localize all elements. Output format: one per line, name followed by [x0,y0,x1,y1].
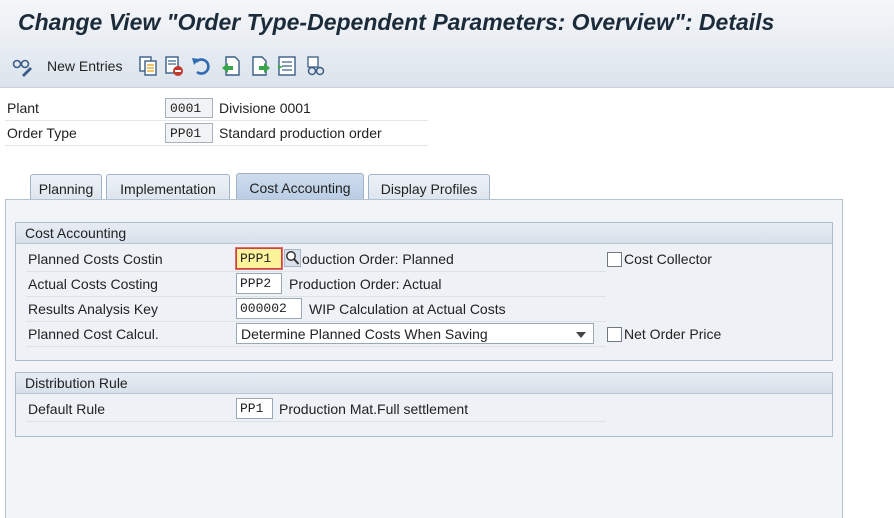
next-entry-icon[interactable] [251,55,271,77]
planned-costs-description: oduction Order: Planned [302,251,454,267]
planned-cost-calc-label: Planned Cost Calcul. [28,326,159,342]
results-analysis-input[interactable]: 000002 [236,298,302,319]
order-type-code: PP01 [165,123,213,143]
order-type-label: Order Type [7,125,77,141]
order-type-description: Standard production order [219,125,382,141]
tab-implementation[interactable]: Implementation [106,174,230,199]
tab-planning[interactable]: Planning [30,174,102,199]
actual-costs-row: Actual Costs Costing PPP2 Production Ord… [26,272,606,297]
search-help-button[interactable] [284,249,301,267]
default-rule-input[interactable]: PP1 [236,398,273,419]
chevron-down-icon [576,332,586,338]
results-analysis-description: WIP Calculation at Actual Costs [309,301,506,317]
planned-costs-row: Planned Costs Costin PPP1 oduction Order… [26,247,606,272]
cost-accounting-group: Cost Accounting Planned Costs Costin PPP… [15,222,833,361]
net-order-price-label: Net Order Price [624,326,722,342]
results-analysis-label: Results Analysis Key [28,301,158,317]
distribution-rule-group: Distribution Rule Default Rule PP1 Produ… [15,372,833,437]
title-bar: Change View "Order Type-Dependent Parame… [0,0,894,46]
net-order-price-checkbox[interactable] [607,327,622,342]
default-rule-description: Production Mat.Full settlement [279,401,469,417]
default-rule-row: Default Rule PP1 Production Mat.Full set… [26,397,606,422]
distribution-rule-group-header: Distribution Rule [16,373,832,394]
distribution-rule-title: Distribution Rule [25,375,128,391]
undo-icon[interactable] [191,55,211,77]
plant-row: Plant 0001 Divisione 0001 [5,96,428,121]
tab-cost-accounting[interactable]: Cost Accounting [236,173,364,200]
plant-description: Divisione 0001 [219,100,311,116]
glasses-pencil-icon[interactable] [12,55,32,77]
select-block-icon[interactable] [277,55,297,77]
planned-cost-calc-value: Determine Planned Costs When Saving [241,326,488,342]
planned-cost-calc-dropdown[interactable]: Determine Planned Costs When Saving [236,323,594,344]
page-title: Change View "Order Type-Dependent Parame… [18,9,775,35]
planned-costs-label: Planned Costs Costin [28,251,163,267]
delete-icon[interactable] [164,55,184,77]
actual-costs-description: Production Order: Actual [289,276,442,292]
actual-costs-input[interactable]: PPP2 [236,273,282,294]
magnifier-icon [286,251,300,265]
default-rule-label: Default Rule [28,401,106,417]
glasses-icon[interactable] [306,55,326,77]
toolbar: New Entries [0,46,894,88]
cost-collector-label: Cost Collector [624,251,712,267]
order-type-row: Order Type PP01 Standard production orde… [5,121,428,146]
cost-accounting-title: Cost Accounting [25,225,127,241]
cost-collector-checkbox[interactable] [607,252,622,267]
copy-icon[interactable] [138,55,158,77]
planned-cost-calc-row: Planned Cost Calcul. Determine Planned C… [26,322,606,347]
planned-costs-input[interactable]: PPP1 [236,248,282,269]
tab-display-profiles[interactable]: Display Profiles [368,174,490,199]
cost-accounting-group-header: Cost Accounting [16,223,832,244]
previous-entry-icon[interactable] [221,55,241,77]
new-entries-button[interactable]: New Entries [47,58,122,74]
results-analysis-row: Results Analysis Key 000002 WIP Calculat… [26,297,606,322]
actual-costs-label: Actual Costs Costing [28,276,158,292]
plant-label: Plant [7,100,39,116]
plant-code: 0001 [165,98,213,118]
